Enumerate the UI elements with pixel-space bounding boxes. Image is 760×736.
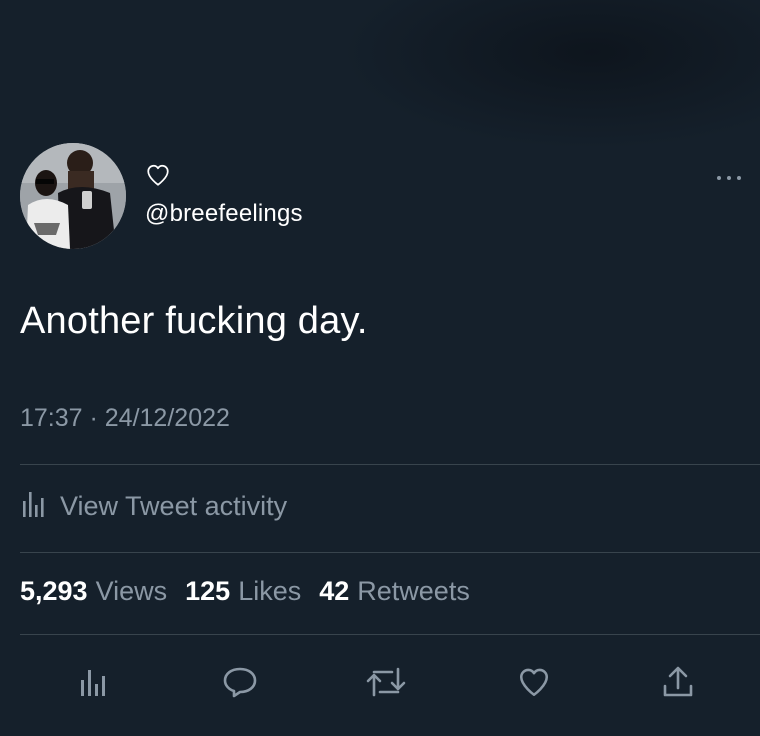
views-count: 5,293 <box>20 576 88 606</box>
retweets-count[interactable]: 42 <box>319 576 349 607</box>
tweet-detail-screen: @breefeelings Another fucking day. 17:37… <box>0 0 760 736</box>
views-label: Views <box>95 576 168 606</box>
share-icon <box>660 664 696 705</box>
like-icon <box>516 665 552 704</box>
more-options-icon[interactable] <box>714 168 744 188</box>
tweet-stats: 5,293 Views 125 Likes 42 Retweets <box>20 576 488 607</box>
divider <box>20 464 760 465</box>
avatar-photo-icon <box>20 143 126 249</box>
likes-count[interactable]: 125 <box>185 576 230 607</box>
divider <box>20 634 760 635</box>
avatar[interactable] <box>20 143 126 249</box>
retweet-icon <box>366 665 406 704</box>
likes-label[interactable]: Likes <box>238 576 301 607</box>
author-handle[interactable]: @breefeelings <box>145 200 303 228</box>
heart-icon <box>145 162 171 188</box>
like-button[interactable] <box>512 664 556 704</box>
analytics-button[interactable] <box>70 664 114 704</box>
background-shade <box>340 0 760 150</box>
reply-icon <box>222 665 258 704</box>
view-tweet-activity-link[interactable]: View Tweet activity <box>20 488 287 524</box>
retweets-label[interactable]: Retweets <box>357 576 470 607</box>
retweet-button[interactable] <box>364 664 408 704</box>
tweet-text: Another fucking day. <box>20 300 368 342</box>
analytics-icon <box>76 666 108 703</box>
tweet-timestamp[interactable]: 17:37 · 24/12/2022 <box>20 404 230 433</box>
reply-button[interactable] <box>218 664 262 704</box>
share-button[interactable] <box>656 664 700 704</box>
analytics-icon <box>20 489 48 524</box>
view-tweet-activity-label: View Tweet activity <box>60 490 288 521</box>
divider <box>20 552 760 553</box>
